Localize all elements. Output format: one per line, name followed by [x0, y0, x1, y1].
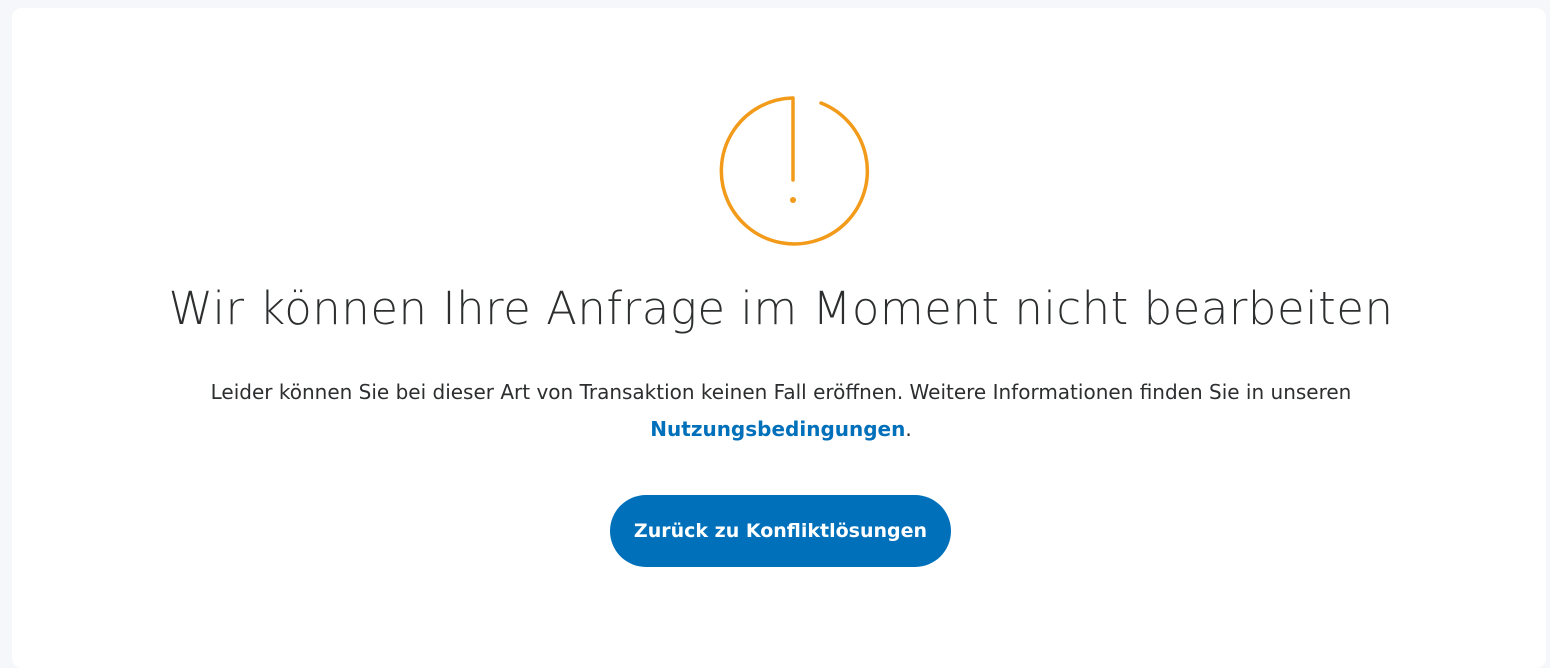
error-message-line: Leider können Sie bei dieser Art von Tra… [210, 380, 1352, 404]
error-card [12, 8, 1546, 668]
exclamation-circle-icon [719, 96, 870, 246]
error-message: Leider können Sie bei dieser Art von Tra… [0, 374, 1550, 448]
terms-link[interactable]: Nutzungsbedingungen [650, 417, 905, 441]
back-to-resolution-center-button[interactable]: Zurück zu Konfliktlösungen [610, 495, 951, 567]
error-title: Wir können Ihre Anfrage im Moment nicht … [168, 282, 1394, 335]
error-message-end: . [905, 417, 912, 441]
error-message-link-line: Nutzungsbedingungen. [0, 411, 1550, 448]
